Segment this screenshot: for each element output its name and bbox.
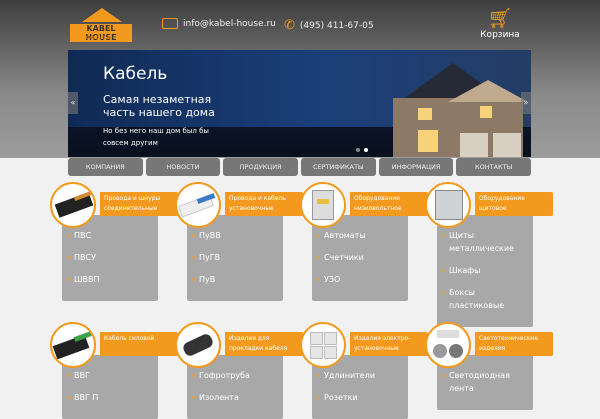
category-title[interactable]: Изделия для прокладки кабеля: [225, 332, 303, 356]
category-link[interactable]: Розетки: [317, 391, 402, 404]
category-image[interactable]: [300, 182, 346, 228]
category-link[interactable]: Светодиодная лента: [442, 369, 527, 395]
category-link[interactable]: ПуГВ: [192, 251, 277, 264]
house-image: [388, 58, 528, 157]
category-card: ПВС ПВСУ ШВВП: [62, 215, 158, 301]
category-image[interactable]: [175, 322, 221, 368]
nav-products[interactable]: ПРОДУКЦИЯ: [223, 158, 299, 176]
banner-title: Кабель: [103, 64, 168, 84]
category-link[interactable]: Гофротруба: [192, 369, 277, 382]
category-link[interactable]: Щиты металлические: [442, 229, 527, 255]
category-link[interactable]: ШВВП: [67, 273, 152, 286]
category-image[interactable]: [425, 182, 471, 228]
slide-dot-1[interactable]: [356, 148, 360, 152]
category-image[interactable]: [175, 182, 221, 228]
banner-text: Но без него наш дом был бы совсем другим: [103, 127, 209, 147]
category-title[interactable]: Кабель силовой: [100, 332, 178, 356]
nav-news[interactable]: НОВОСТИ: [145, 158, 221, 176]
envelope-icon: [162, 18, 178, 29]
category-card: ПуВВ ПуГВ ПуВ: [187, 215, 283, 301]
nav-company[interactable]: КОМПАНИЯ: [68, 158, 143, 176]
email-contact[interactable]: info@kabel-house.ru: [162, 18, 276, 29]
category-link[interactable]: ПВС: [67, 229, 152, 242]
main-nav: КОМПАНИЯ НОВОСТИ ПРОДУКЦИЯ СЕРТИФИКАТЫ И…: [68, 158, 532, 176]
category-image[interactable]: [300, 322, 346, 368]
category-link[interactable]: ВВГ П: [67, 391, 152, 404]
nav-contacts[interactable]: КОНТАКТЫ: [456, 158, 532, 176]
category-title[interactable]: Провода и кабель установочные: [225, 192, 303, 216]
cart-icon: 🛒︎: [487, 6, 513, 30]
category-link[interactable]: ПуВ: [192, 273, 277, 286]
category-title[interactable]: Оборудование низковольтное: [350, 192, 428, 216]
category-link[interactable]: Удлинители: [317, 369, 402, 382]
category-card: Автоматы Счетчики УЗО: [312, 215, 408, 301]
category-image[interactable]: [50, 182, 96, 228]
phone-number: (495) 411-67-05: [299, 20, 374, 31]
cart-label: Корзина: [480, 30, 520, 40]
phone-icon: ✆: [284, 18, 295, 33]
category-link[interactable]: Счетчики: [317, 251, 402, 264]
cart-button[interactable]: 🛒︎ Корзина: [470, 6, 530, 40]
category-link[interactable]: Боксы пластиковые: [442, 286, 527, 312]
nav-certificates[interactable]: СЕРТИФИКАТЫ: [301, 158, 376, 176]
logo[interactable]: KABEL HOUSE electric cables & wires: [70, 8, 134, 42]
category-link[interactable]: ВВГ: [67, 369, 152, 382]
category-link[interactable]: Шкафы: [442, 264, 527, 277]
nav-information[interactable]: ИНФОРМАЦИЯ: [378, 158, 454, 176]
category-title[interactable]: Светотехнические изделия: [475, 332, 553, 356]
banner-subtitle: Самая незаметная часть нашего дома: [103, 93, 215, 119]
category-title[interactable]: Оборудование щитовое: [475, 192, 553, 216]
category-link[interactable]: УЗО: [317, 273, 402, 286]
category-link[interactable]: Изолента: [192, 391, 277, 404]
category-title[interactable]: Провода и шнуры соединительные: [100, 192, 178, 216]
category-link[interactable]: ПВСУ: [67, 251, 152, 264]
category-link[interactable]: ПуВВ: [192, 229, 277, 242]
banner-slider: Кабель Самая незаметная часть нашего дом…: [68, 50, 531, 157]
category-title[interactable]: Изделия электро-установочные: [350, 332, 428, 356]
category-image[interactable]: [425, 322, 471, 368]
email-link[interactable]: info@kabel-house.ru: [183, 19, 276, 29]
category-image[interactable]: [50, 322, 96, 368]
next-slide-button[interactable]: »: [521, 92, 531, 114]
roof-icon: [82, 8, 122, 22]
logo-tagline: electric cables & wires: [70, 35, 127, 41]
category-link[interactable]: Автоматы: [317, 229, 402, 242]
prev-slide-button[interactable]: «: [68, 92, 78, 114]
category-card: Щиты металлические Шкафы Боксы пластиковые: [437, 215, 533, 327]
slide-dots: [356, 148, 368, 152]
slide-dot-2[interactable]: [364, 148, 368, 152]
phone-contact: ✆ (495) 411-67-05: [284, 18, 374, 33]
